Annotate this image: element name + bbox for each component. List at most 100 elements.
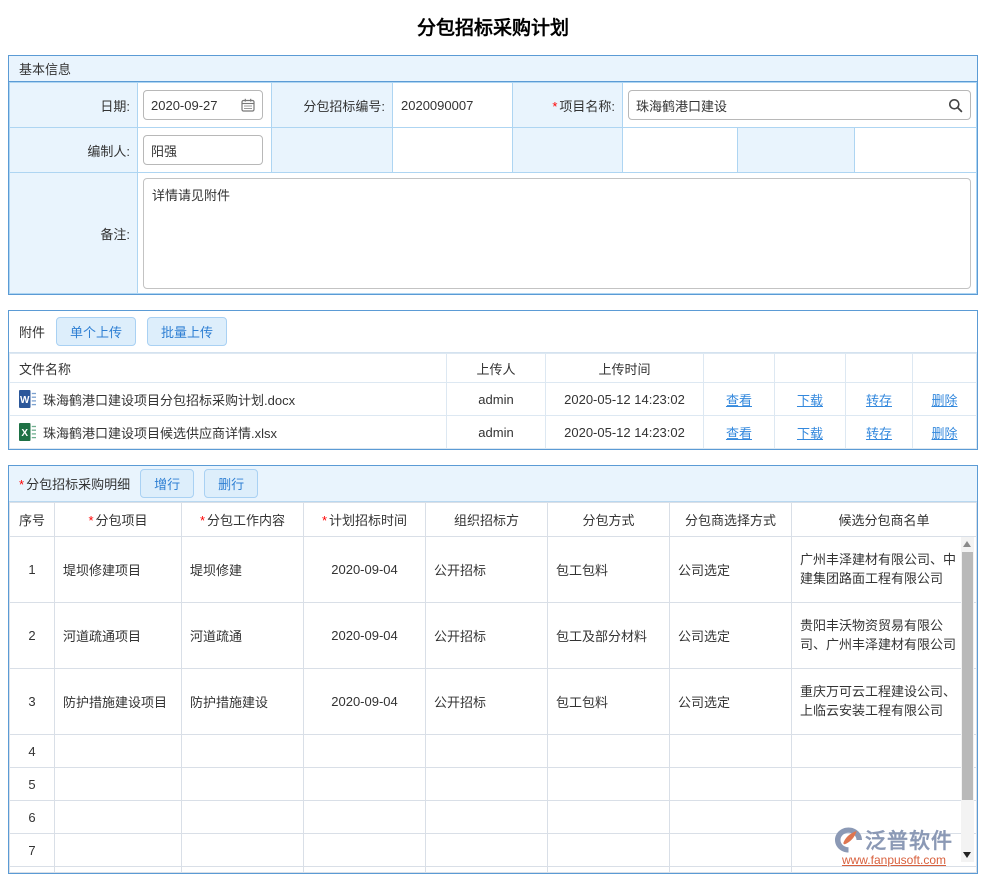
plan-time-cell[interactable]: 2020-09-04 — [304, 669, 426, 735]
organizer-cell[interactable] — [426, 735, 548, 768]
method-cell[interactable] — [548, 801, 670, 834]
word-file-icon: W — [19, 390, 37, 408]
detail-row: 5 — [10, 768, 977, 801]
organizer-cell[interactable]: 公开招标 — [426, 537, 548, 603]
method-cell[interactable] — [548, 735, 670, 768]
select-method-cell[interactable]: 公司选定 — [670, 603, 792, 669]
work-content-cell[interactable] — [182, 768, 304, 801]
panel-attachments: 附件 单个上传 批量上传 文件名称 上传人 上传时间 — [8, 310, 978, 450]
select-method-cell[interactable] — [670, 735, 792, 768]
date-input[interactable] — [143, 90, 263, 120]
select-method-cell[interactable] — [670, 801, 792, 834]
project-name-cell — [623, 83, 977, 128]
candidates-cell[interactable] — [792, 735, 977, 768]
delete-link[interactable]: 删除 — [913, 390, 976, 409]
plan-time-cell[interactable] — [304, 735, 426, 768]
calendar-icon[interactable] — [241, 98, 255, 112]
empty-label-cell — [513, 128, 623, 173]
brand-logo: 泛普软件 www.fanpusoft.com — [835, 825, 953, 867]
scroll-up-arrow-icon[interactable] — [963, 541, 971, 547]
plan-time-cell[interactable] — [304, 768, 426, 801]
basic-info-section-header: 基本信息 — [9, 56, 977, 82]
delete-link[interactable]: 删除 — [913, 423, 976, 442]
candidates-header: 候选分包商名单 — [792, 503, 977, 537]
author-input-field[interactable] — [151, 143, 255, 158]
seq-cell: 4 — [10, 735, 55, 768]
work-content-cell[interactable] — [182, 834, 304, 867]
bid-no-label: 分包招标编号: — [272, 83, 393, 128]
plan-time-cell[interactable] — [304, 834, 426, 867]
remark-textarea[interactable]: 详情请见附件 — [143, 178, 971, 289]
detail-row: 1 堤坝修建项目 堤坝修建 2020-09-04 公开招标 包工包料 公司选定 … — [10, 537, 977, 603]
project-cell[interactable] — [55, 801, 182, 834]
brand-url[interactable]: www.fanpusoft.com — [842, 853, 946, 867]
scrollbar-thumb[interactable] — [962, 552, 973, 800]
attachments-title: 附件 — [19, 322, 45, 341]
transfer-link[interactable]: 转存 — [846, 423, 912, 442]
select-method-header: 分包商选择方式 — [670, 503, 792, 537]
scroll-down-arrow-icon[interactable] — [963, 852, 971, 858]
view-link[interactable]: 查看 — [704, 390, 774, 409]
work-content-cell[interactable]: 堤坝修建 — [182, 537, 304, 603]
candidates-cell[interactable] — [792, 768, 977, 801]
empty-value-cell — [623, 128, 738, 173]
plan-time-cell[interactable]: 2020-09-04 — [304, 537, 426, 603]
select-method-cell[interactable]: 公司选定 — [670, 669, 792, 735]
candidates-cell[interactable]: 广州丰泽建材有限公司、中建集团路面工程有限公司 — [792, 537, 977, 603]
work-content-cell[interactable]: 防护措施建设 — [182, 669, 304, 735]
candidates-cell[interactable]: 重庆万可云工程建设公司、上临云安装工程有限公司 — [792, 669, 977, 735]
project-cell[interactable] — [55, 735, 182, 768]
panel-detail: *分包招标采购明细 增行 删行 序号 *分包项目 *分包工作内容 *计划招标时间… — [8, 465, 978, 874]
project-cell[interactable]: 河道疏通项目 — [55, 603, 182, 669]
project-cell[interactable]: 堤坝修建项目 — [55, 537, 182, 603]
work-content-cell[interactable] — [182, 801, 304, 834]
organizer-cell[interactable]: 公开招标 — [426, 603, 548, 669]
file-name: 珠海鹤港口建设项目分包招标采购计划.docx — [43, 390, 295, 409]
download-link[interactable]: 下载 — [775, 390, 845, 409]
method-cell[interactable] — [548, 768, 670, 801]
project-name-label: *项目名称: — [513, 83, 623, 128]
download-link[interactable]: 下载 — [775, 423, 845, 442]
plan-time-cell[interactable]: 2020-09-04 — [304, 603, 426, 669]
transfer-link[interactable]: 转存 — [846, 390, 912, 409]
organizer-cell[interactable] — [426, 801, 548, 834]
work-content-cell[interactable] — [182, 735, 304, 768]
select-method-cell[interactable] — [670, 834, 792, 867]
uploader: admin — [447, 416, 546, 449]
project-cell[interactable] — [55, 768, 182, 801]
search-icon[interactable] — [948, 98, 963, 113]
add-row-button[interactable]: 增行 — [140, 469, 194, 498]
author-cell — [138, 128, 272, 173]
work-content-cell[interactable]: 河道疏通 — [182, 603, 304, 669]
method-cell[interactable]: 包工包料 — [548, 669, 670, 735]
author-label: 编制人: — [10, 128, 138, 173]
detail-title: *分包招标采购明细 — [19, 474, 130, 493]
delete-row-button[interactable]: 删行 — [204, 469, 258, 498]
empty-label-cell — [738, 128, 855, 173]
select-method-cell[interactable] — [670, 768, 792, 801]
method-cell[interactable] — [548, 834, 670, 867]
author-input[interactable] — [143, 135, 263, 165]
project-name-input-field[interactable] — [636, 98, 948, 113]
view-link[interactable]: 查看 — [704, 423, 774, 442]
upload-time-header: 上传时间 — [546, 354, 704, 383]
organizer-cell[interactable]: 公开招标 — [426, 669, 548, 735]
detail-row: 3 防护措施建设项目 防护措施建设 2020-09-04 公开招标 包工包料 公… — [10, 669, 977, 735]
action-header — [846, 354, 913, 383]
candidates-cell[interactable]: 贵阳丰沃物资贸易有限公司、广州丰泽建材有限公司 — [792, 603, 977, 669]
project-name-input[interactable] — [628, 90, 971, 120]
project-cell[interactable]: 防护措施建设项目 — [55, 669, 182, 735]
select-method-cell[interactable]: 公司选定 — [670, 537, 792, 603]
vertical-scrollbar[interactable] — [961, 537, 974, 862]
single-upload-button[interactable]: 单个上传 — [56, 317, 136, 346]
plan-time-cell[interactable] — [304, 801, 426, 834]
method-cell[interactable]: 包工包料 — [548, 537, 670, 603]
method-cell[interactable]: 包工及部分材料 — [548, 603, 670, 669]
project-cell[interactable] — [55, 834, 182, 867]
date-input-field[interactable] — [151, 98, 241, 113]
organizer-cell[interactable] — [426, 768, 548, 801]
batch-upload-button[interactable]: 批量上传 — [147, 317, 227, 346]
remark-cell: 详情请见附件 — [138, 173, 977, 294]
uploader-header: 上传人 — [447, 354, 546, 383]
organizer-cell[interactable] — [426, 834, 548, 867]
